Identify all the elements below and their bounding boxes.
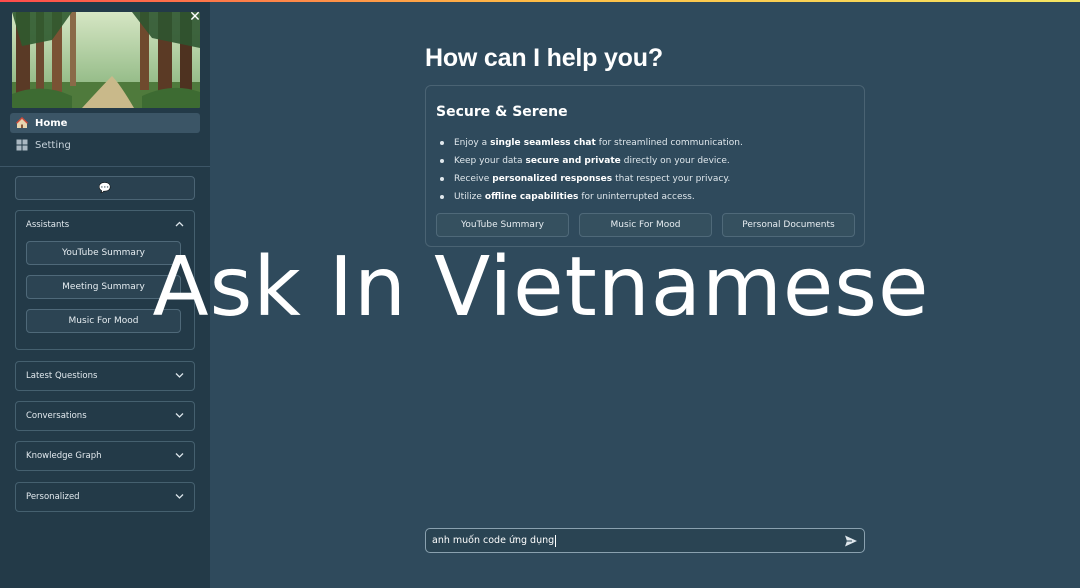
sidebar-divider bbox=[0, 166, 210, 167]
list-item: Keep your data secure and private directly… bbox=[440, 152, 743, 170]
speech-bubble-icon: 💬 bbox=[98, 182, 112, 194]
latest-questions-expander[interactable]: Latest Questions bbox=[15, 361, 195, 391]
nav-label-setting: Setting bbox=[35, 139, 71, 151]
top-accent-bar bbox=[0, 0, 1080, 2]
chat-input-value: anh muốn code ứng dụng bbox=[432, 535, 555, 546]
list-item: Enjoy a single seamless chat for streamlin… bbox=[440, 134, 743, 152]
card-title: Secure & Serene bbox=[436, 104, 568, 120]
send-icon[interactable] bbox=[844, 534, 858, 548]
personalized-title: Personalized bbox=[26, 492, 80, 502]
feature-card: Secure & Serene Enjoy a single seamless c… bbox=[425, 85, 865, 247]
knowledge-graph-title: Knowledge Graph bbox=[26, 451, 102, 461]
latest-questions-title: Latest Questions bbox=[26, 371, 98, 381]
nav-item-home[interactable]: Home bbox=[10, 113, 200, 133]
nav-label-home: Home bbox=[35, 117, 68, 129]
personal-documents-button[interactable]: Personal Documents bbox=[722, 213, 855, 237]
caption-overlay: Ask In Vietnamese bbox=[152, 240, 930, 335]
chat-input[interactable]: anh muốn code ứng dụng bbox=[425, 528, 865, 553]
personalized-expander[interactable]: Personalized bbox=[15, 482, 195, 512]
new-chat-button[interactable]: 💬 bbox=[15, 176, 195, 200]
music-for-mood-button[interactable]: Music For Mood bbox=[579, 213, 712, 237]
close-sidebar-icon[interactable]: ✕ bbox=[188, 10, 202, 24]
page-title: How can I help you? bbox=[425, 44, 663, 72]
list-item: Receive personalized responses that respec… bbox=[440, 170, 743, 188]
chevron-down-icon bbox=[175, 411, 184, 421]
grid-settings-icon bbox=[16, 139, 28, 151]
chevron-down-icon bbox=[175, 371, 184, 381]
assistants-header[interactable]: Assistants bbox=[16, 211, 194, 239]
assistants-title: Assistants bbox=[26, 220, 70, 230]
chevron-down-icon bbox=[175, 492, 184, 502]
forest-banner-image bbox=[12, 12, 200, 108]
chevron-up-icon bbox=[175, 220, 184, 230]
list-item: Utilize offline capabilities for uninterru… bbox=[440, 188, 743, 206]
feature-list: Enjoy a single seamless chat for streamlin… bbox=[440, 134, 743, 206]
knowledge-graph-expander[interactable]: Knowledge Graph bbox=[15, 441, 195, 471]
text-caret bbox=[555, 534, 557, 547]
nav-item-setting[interactable]: Setting bbox=[10, 135, 200, 155]
chevron-down-icon bbox=[175, 451, 184, 461]
conversations-expander[interactable]: Conversations bbox=[15, 401, 195, 431]
house-icon bbox=[16, 117, 28, 129]
youtube-summary-button[interactable]: YouTube Summary bbox=[436, 213, 569, 237]
conversations-title: Conversations bbox=[26, 411, 87, 421]
